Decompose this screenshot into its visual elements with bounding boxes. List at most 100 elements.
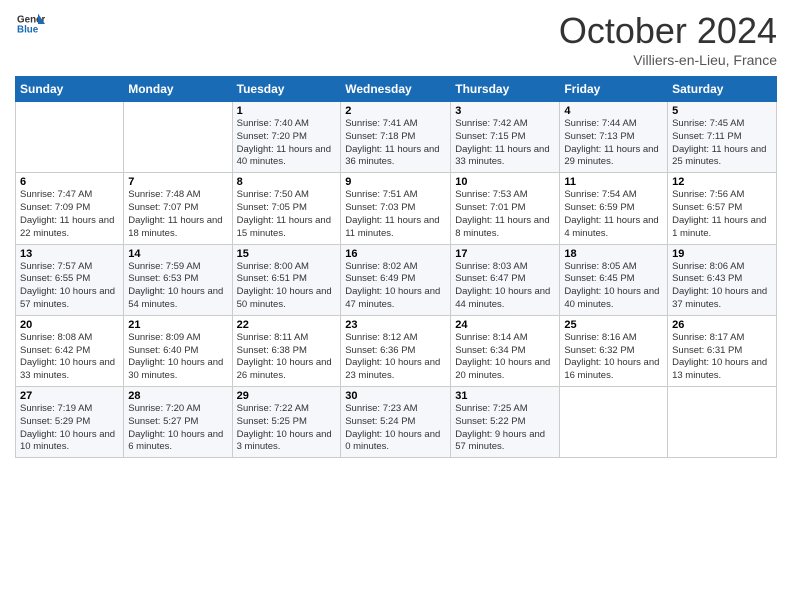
day-number: 6	[20, 176, 119, 188]
day-number: 31	[455, 390, 555, 402]
day-info: Sunrise: 7:59 AMSunset: 6:53 PMDaylight:…	[128, 261, 227, 312]
day-info: Sunrise: 8:16 AMSunset: 6:32 PMDaylight:…	[564, 332, 663, 383]
day-number: 1	[237, 105, 337, 117]
day-info: Sunrise: 8:11 AMSunset: 6:38 PMDaylight:…	[237, 332, 337, 383]
day-info: Sunrise: 8:08 AMSunset: 6:42 PMDaylight:…	[20, 332, 119, 383]
day-of-week-header: Wednesday	[341, 77, 451, 102]
logo-icon: General Blue	[17, 10, 45, 38]
calendar-cell: 13Sunrise: 7:57 AMSunset: 6:55 PMDayligh…	[16, 244, 124, 315]
calendar-cell	[124, 102, 232, 173]
day-number: 27	[20, 390, 119, 402]
calendar-cell: 14Sunrise: 7:59 AMSunset: 6:53 PMDayligh…	[124, 244, 232, 315]
calendar-cell	[668, 387, 777, 458]
day-number: 23	[345, 319, 446, 331]
calendar-cell: 22Sunrise: 8:11 AMSunset: 6:38 PMDayligh…	[232, 315, 341, 386]
calendar-cell: 2Sunrise: 7:41 AMSunset: 7:18 PMDaylight…	[341, 102, 451, 173]
svg-text:Blue: Blue	[17, 24, 39, 35]
day-info: Sunrise: 7:48 AMSunset: 7:07 PMDaylight:…	[128, 189, 227, 240]
calendar-cell: 28Sunrise: 7:20 AMSunset: 5:27 PMDayligh…	[124, 387, 232, 458]
calendar-cell: 23Sunrise: 8:12 AMSunset: 6:36 PMDayligh…	[341, 315, 451, 386]
day-number: 8	[237, 176, 337, 188]
day-number: 3	[455, 105, 555, 117]
day-info: Sunrise: 7:42 AMSunset: 7:15 PMDaylight:…	[455, 118, 555, 169]
day-number: 19	[672, 248, 772, 260]
day-info: Sunrise: 7:50 AMSunset: 7:05 PMDaylight:…	[237, 189, 337, 240]
day-number: 18	[564, 248, 663, 260]
day-info: Sunrise: 8:06 AMSunset: 6:43 PMDaylight:…	[672, 261, 772, 312]
day-number: 10	[455, 176, 555, 188]
day-info: Sunrise: 7:51 AMSunset: 7:03 PMDaylight:…	[345, 189, 446, 240]
day-info: Sunrise: 7:40 AMSunset: 7:20 PMDaylight:…	[237, 118, 337, 169]
calendar-week-row: 13Sunrise: 7:57 AMSunset: 6:55 PMDayligh…	[16, 244, 777, 315]
page-header: General Blue October 2024 Villiers-en-Li…	[15, 10, 777, 68]
day-of-week-header: Thursday	[451, 77, 560, 102]
day-number: 12	[672, 176, 772, 188]
calendar-cell: 17Sunrise: 8:03 AMSunset: 6:47 PMDayligh…	[451, 244, 560, 315]
day-info: Sunrise: 7:41 AMSunset: 7:18 PMDaylight:…	[345, 118, 446, 169]
calendar-cell: 18Sunrise: 8:05 AMSunset: 6:45 PMDayligh…	[560, 244, 668, 315]
logo: General Blue	[15, 10, 45, 43]
day-number: 15	[237, 248, 337, 260]
title-block: October 2024 Villiers-en-Lieu, France	[559, 10, 777, 68]
day-number: 30	[345, 390, 446, 402]
calendar-cell: 16Sunrise: 8:02 AMSunset: 6:49 PMDayligh…	[341, 244, 451, 315]
day-info: Sunrise: 8:03 AMSunset: 6:47 PMDaylight:…	[455, 261, 555, 312]
calendar-table: SundayMondayTuesdayWednesdayThursdayFrid…	[15, 76, 777, 458]
day-number: 25	[564, 319, 663, 331]
calendar-cell: 8Sunrise: 7:50 AMSunset: 7:05 PMDaylight…	[232, 173, 341, 244]
calendar-cell: 19Sunrise: 8:06 AMSunset: 6:43 PMDayligh…	[668, 244, 777, 315]
day-info: Sunrise: 7:53 AMSunset: 7:01 PMDaylight:…	[455, 189, 555, 240]
calendar-cell	[560, 387, 668, 458]
calendar-cell: 15Sunrise: 8:00 AMSunset: 6:51 PMDayligh…	[232, 244, 341, 315]
day-number: 11	[564, 176, 663, 188]
calendar-cell: 21Sunrise: 8:09 AMSunset: 6:40 PMDayligh…	[124, 315, 232, 386]
day-number: 24	[455, 319, 555, 331]
calendar-cell: 5Sunrise: 7:45 AMSunset: 7:11 PMDaylight…	[668, 102, 777, 173]
day-number: 17	[455, 248, 555, 260]
day-info: Sunrise: 7:22 AMSunset: 5:25 PMDaylight:…	[237, 403, 337, 454]
calendar-cell: 9Sunrise: 7:51 AMSunset: 7:03 PMDaylight…	[341, 173, 451, 244]
day-number: 2	[345, 105, 446, 117]
day-number: 16	[345, 248, 446, 260]
day-info: Sunrise: 8:05 AMSunset: 6:45 PMDaylight:…	[564, 261, 663, 312]
day-info: Sunrise: 8:14 AMSunset: 6:34 PMDaylight:…	[455, 332, 555, 383]
calendar-week-row: 20Sunrise: 8:08 AMSunset: 6:42 PMDayligh…	[16, 315, 777, 386]
day-of-week-header: Monday	[124, 77, 232, 102]
day-number: 14	[128, 248, 227, 260]
calendar-cell: 11Sunrise: 7:54 AMSunset: 6:59 PMDayligh…	[560, 173, 668, 244]
calendar-cell: 27Sunrise: 7:19 AMSunset: 5:29 PMDayligh…	[16, 387, 124, 458]
day-info: Sunrise: 7:20 AMSunset: 5:27 PMDaylight:…	[128, 403, 227, 454]
day-of-week-header: Friday	[560, 77, 668, 102]
day-info: Sunrise: 7:47 AMSunset: 7:09 PMDaylight:…	[20, 189, 119, 240]
day-info: Sunrise: 8:09 AMSunset: 6:40 PMDaylight:…	[128, 332, 227, 383]
day-number: 5	[672, 105, 772, 117]
calendar-cell: 31Sunrise: 7:25 AMSunset: 5:22 PMDayligh…	[451, 387, 560, 458]
day-number: 21	[128, 319, 227, 331]
day-number: 13	[20, 248, 119, 260]
calendar-cell: 26Sunrise: 8:17 AMSunset: 6:31 PMDayligh…	[668, 315, 777, 386]
calendar-week-row: 27Sunrise: 7:19 AMSunset: 5:29 PMDayligh…	[16, 387, 777, 458]
day-info: Sunrise: 7:23 AMSunset: 5:24 PMDaylight:…	[345, 403, 446, 454]
day-number: 26	[672, 319, 772, 331]
calendar-cell: 20Sunrise: 8:08 AMSunset: 6:42 PMDayligh…	[16, 315, 124, 386]
calendar-cell: 12Sunrise: 7:56 AMSunset: 6:57 PMDayligh…	[668, 173, 777, 244]
calendar-cell: 7Sunrise: 7:48 AMSunset: 7:07 PMDaylight…	[124, 173, 232, 244]
day-number: 22	[237, 319, 337, 331]
day-of-week-header: Tuesday	[232, 77, 341, 102]
location: Villiers-en-Lieu, France	[559, 52, 777, 68]
calendar-week-row: 6Sunrise: 7:47 AMSunset: 7:09 PMDaylight…	[16, 173, 777, 244]
calendar-cell: 6Sunrise: 7:47 AMSunset: 7:09 PMDaylight…	[16, 173, 124, 244]
day-info: Sunrise: 7:25 AMSunset: 5:22 PMDaylight:…	[455, 403, 555, 454]
calendar-cell: 25Sunrise: 8:16 AMSunset: 6:32 PMDayligh…	[560, 315, 668, 386]
calendar-cell: 3Sunrise: 7:42 AMSunset: 7:15 PMDaylight…	[451, 102, 560, 173]
day-info: Sunrise: 8:02 AMSunset: 6:49 PMDaylight:…	[345, 261, 446, 312]
calendar-header-row: SundayMondayTuesdayWednesdayThursdayFrid…	[16, 77, 777, 102]
day-info: Sunrise: 7:54 AMSunset: 6:59 PMDaylight:…	[564, 189, 663, 240]
calendar-cell: 29Sunrise: 7:22 AMSunset: 5:25 PMDayligh…	[232, 387, 341, 458]
day-info: Sunrise: 8:17 AMSunset: 6:31 PMDaylight:…	[672, 332, 772, 383]
day-info: Sunrise: 8:00 AMSunset: 6:51 PMDaylight:…	[237, 261, 337, 312]
day-info: Sunrise: 7:44 AMSunset: 7:13 PMDaylight:…	[564, 118, 663, 169]
day-number: 28	[128, 390, 227, 402]
day-of-week-header: Saturday	[668, 77, 777, 102]
calendar-cell: 4Sunrise: 7:44 AMSunset: 7:13 PMDaylight…	[560, 102, 668, 173]
